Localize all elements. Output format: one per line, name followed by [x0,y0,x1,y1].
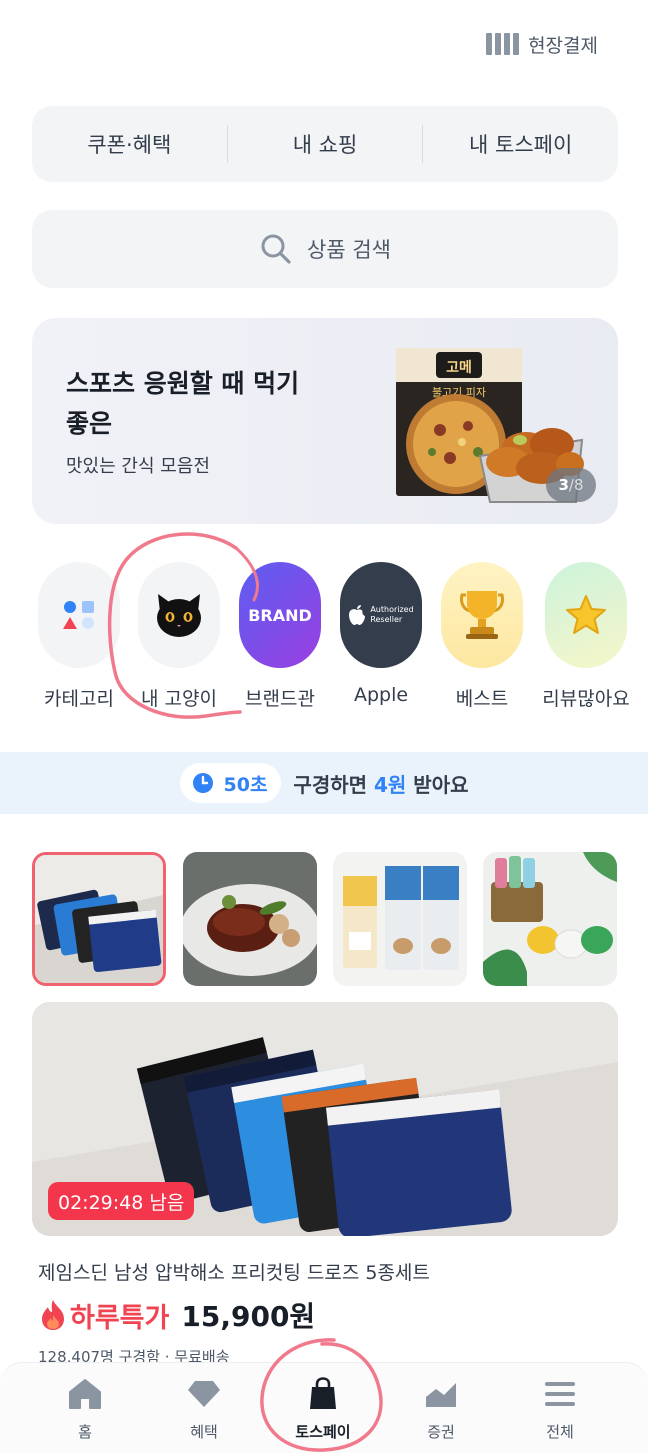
shortcut-many-reviews-label: 리뷰많아요 [542,688,630,710]
browse-reward-strip[interactable]: 50초 구경하면 4원 받아요 [0,752,648,814]
thumbnail-steak[interactable] [183,852,317,986]
shopping-bag-icon [273,1375,373,1413]
reward-timer: 50초 [179,763,282,803]
black-cat-icon [138,562,220,668]
shortcut-my-cat[interactable]: 내 고양이 [124,562,234,711]
home-icon [35,1375,135,1413]
top-tab-bar: 쿠폰·혜택 내 쇼핑 내 토스페이 [32,106,618,182]
bottom-nav: 홈 혜택 토스페이 증권 전체 [0,1362,648,1453]
pay-onsite-label: 현장결제 [528,34,598,57]
shortcut-brand-label: 브랜드관 [245,688,315,710]
thumbnail-underwear[interactable] [32,852,166,986]
barcode-icon [486,33,520,55]
nav-home[interactable]: 홈 [35,1375,135,1442]
daily-deal-label: 하루특가 [38,1296,169,1335]
price-row: 하루특가 15,900원 [38,1294,315,1336]
daily-deal-text: 하루특가 [70,1302,170,1334]
pay-onsite-button[interactable]: 현장결제 [486,28,598,60]
shortcut-category[interactable]: 카테고리 [24,562,134,711]
reward-text: 구경하면 4원 받아요 [293,769,468,798]
reward-amount: 4원 [374,772,407,797]
star-icon [545,562,627,668]
apple-badge-line1: Authorized [370,605,414,614]
reward-text-before: 구경하면 [293,772,374,797]
product-price: 15,900원 [181,1300,316,1333]
nav-tosspay-label: 토스페이 [295,1423,351,1441]
banner-page-current: 3 [558,476,569,494]
clock-icon [192,773,213,793]
shortcut-category-label: 카테고리 [44,688,114,710]
apple-logo-icon [349,605,366,625]
search-icon [261,234,291,264]
thumbnail-soy-milk[interactable] [333,852,467,986]
shortcut-my-cat-label: 내 고양이 [141,688,217,710]
menu-icon [510,1375,610,1413]
nav-benefits[interactable]: 혜택 [154,1375,254,1442]
nav-home-label: 홈 [78,1423,92,1441]
reward-text-after: 받아요 [406,772,469,797]
product-thumbnail-row [32,852,618,988]
promo-banner[interactable]: 스포츠 응원할 때 먹기 좋은 맛있는 간식 모음전 고메 불고기 피자 3/8 [32,318,618,524]
tab-my-tosspay[interactable]: 내 토스페이 [423,129,618,159]
deal-countdown-badge: 02:29:48 남음 [48,1182,195,1220]
banner-subtitle: 맛있는 간식 모음전 [66,456,210,477]
apple-badge-line2: Reseller [370,615,403,624]
search-placeholder: 상품 검색 [307,238,391,262]
shortcut-apple-label: Apple [353,684,409,706]
deal-countdown-text: 02:29:48 남음 [58,1191,185,1214]
apple-reseller-badge: Authorized Reseller [340,562,422,668]
search-bar[interactable]: 상품 검색 [32,210,618,288]
stock-chart-icon [391,1375,491,1413]
shortcut-best-label: 베스트 [455,688,509,710]
nav-stocks[interactable]: 증권 [391,1375,491,1442]
nav-all[interactable]: 전체 [510,1375,610,1442]
tab-my-shopping[interactable]: 내 쇼핑 [228,129,423,159]
banner-title: 스포츠 응원할 때 먹기 좋은 [66,369,300,438]
shortcut-apple[interactable]: Authorized Reseller Apple [326,562,436,706]
package-brand: 고메 [446,360,472,376]
thumbnail-towels[interactable] [483,852,617,986]
nav-stocks-label: 증권 [427,1423,455,1441]
nav-all-label: 전체 [546,1423,574,1441]
reward-timer-value: 50초 [223,773,268,796]
product-main-image[interactable]: 02:29:48 남음 [32,1002,618,1236]
trophy-icon [441,562,523,668]
product-name[interactable]: 제임스딘 남성 압박해소 프리컷팅 드로즈 5종세트 [38,1258,430,1285]
shortcut-best[interactable]: 베스트 [427,562,537,711]
brand-badge-icon: BRAND [239,562,321,668]
category-grid-icon [38,562,120,668]
banner-page-total: /8 [568,476,584,494]
shortcut-brand[interactable]: BRAND 브랜드관 [225,562,335,711]
nav-benefits-label: 혜택 [190,1423,218,1441]
shortcut-row: 카테고리 내 고양이 BRAND 브랜드관 Authorized Reselle… [0,562,648,722]
fire-icon [42,1300,64,1330]
tab-coupons-benefits[interactable]: 쿠폰·혜택 [32,129,227,159]
banner-page-indicator: 3/8 [546,468,596,502]
shortcut-many-reviews[interactable]: 리뷰많아요 [531,562,641,711]
nav-tosspay[interactable]: 토스페이 [273,1375,373,1442]
brand-badge-text: BRAND [248,605,312,625]
diamond-icon [154,1375,254,1413]
